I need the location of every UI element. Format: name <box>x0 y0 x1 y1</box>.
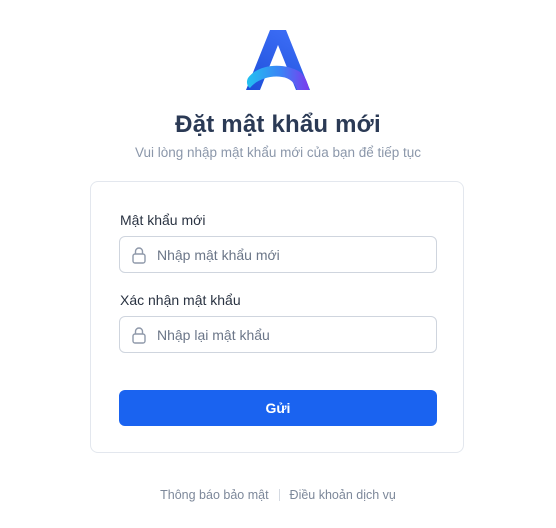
new-password-field-wrapper <box>119 236 437 273</box>
footer-divider <box>278 489 280 501</box>
confirm-password-input[interactable] <box>157 326 427 343</box>
new-password-label: Mật khẩu mới <box>120 212 206 228</box>
terms-of-service-link[interactable]: Điều khoản dịch vụ <box>290 487 396 503</box>
footer-links: Thông báo bảo mật Điều khoản dịch vụ <box>0 487 556 503</box>
page-subtitle: Vui lòng nhập mật khẩu mới của bạn để ti… <box>134 145 422 160</box>
lock-icon <box>131 246 147 264</box>
reset-password-card: Mật khẩu mới Xác nhận mật khẩu Gửi <box>90 181 464 453</box>
confirm-password-field-wrapper <box>119 316 437 353</box>
reset-password-page: Đặt mật khẩu mới Vui lòng nhập mật khẩu … <box>0 0 556 528</box>
page-title: Đặt mật khẩu mới <box>175 111 381 138</box>
lock-icon <box>131 326 147 344</box>
confirm-password-label: Xác nhận mật khẩu <box>120 292 241 308</box>
brand-logo-icon <box>246 30 310 90</box>
submit-button[interactable]: Gửi <box>119 390 437 426</box>
new-password-input[interactable] <box>157 246 427 263</box>
privacy-notice-link[interactable]: Thông báo bảo mật <box>160 487 268 503</box>
